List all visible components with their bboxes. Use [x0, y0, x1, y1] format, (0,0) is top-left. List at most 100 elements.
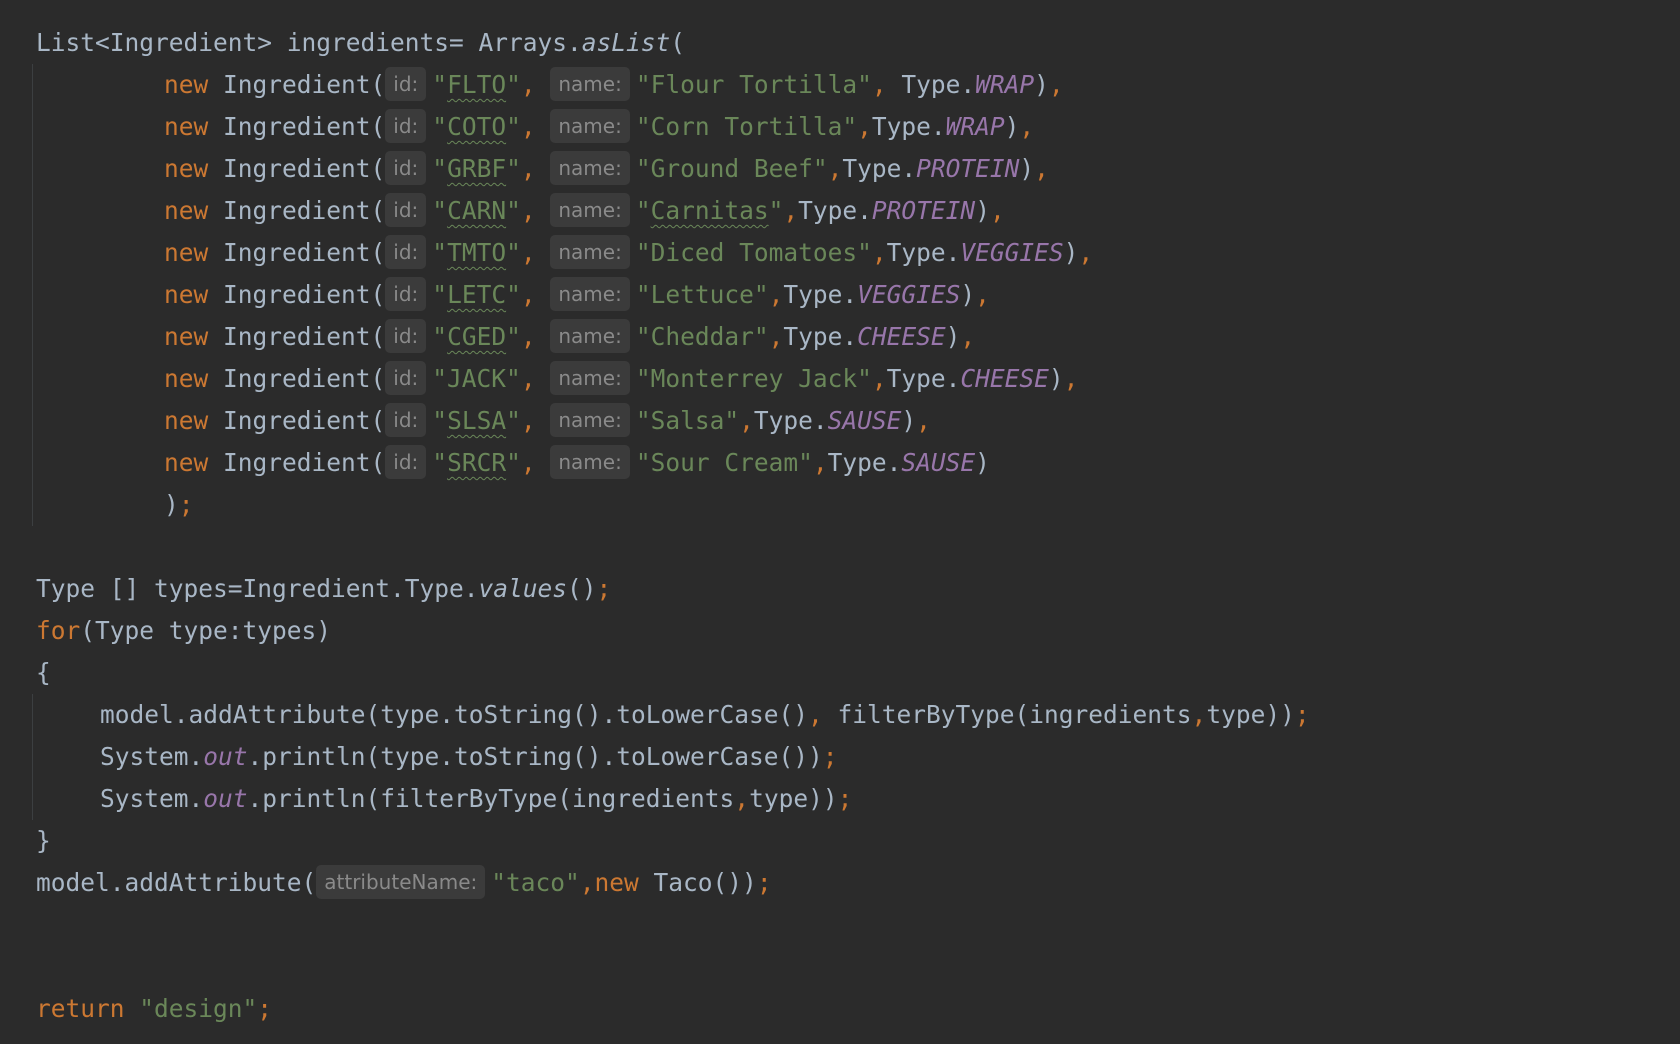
code-text: (: [670, 28, 686, 57]
class-name: Ingredient(: [223, 238, 386, 267]
code-line-ingredient[interactable]: new Ingredient(id: "TMTO", name: "Diced To…: [164, 232, 1093, 274]
code-line-ingredient[interactable]: new Ingredient(id: "CARN", name: "Carnitas…: [164, 190, 1005, 232]
parameter-hint-id: id:: [385, 445, 427, 479]
indent-guide: [32, 64, 33, 526]
parameter-hint-name: name:: [550, 109, 630, 143]
code-text: ): [164, 490, 179, 519]
keyword-new: new: [164, 406, 209, 435]
comma: ,: [520, 448, 536, 477]
code-text: .println(filterByType(ingredients: [247, 784, 735, 813]
class-name: Ingredient(: [223, 112, 386, 141]
ingredient-type-constant: PROTEIN: [916, 154, 1020, 183]
ingredient-type-constant: SAUSE: [901, 448, 976, 477]
code-line-close-list[interactable]: );: [164, 484, 194, 526]
closing-paren: ): [1063, 238, 1079, 267]
code-text: (Type type:types): [80, 616, 332, 645]
code-line-ingredient[interactable]: new Ingredient(id: "COTO", name: "Corn Tor…: [164, 106, 1034, 148]
type-prefix: Type.: [827, 448, 902, 477]
comma: ,: [579, 868, 595, 897]
code-text: model.addAttribute(type.toString().toLow…: [100, 700, 809, 729]
comma: ,: [1048, 70, 1064, 99]
closing-paren: ): [1019, 154, 1035, 183]
code-line-println-type[interactable]: System.out.println(type.toString().toLow…: [100, 736, 838, 778]
semicolon: ;: [596, 574, 612, 603]
ingredient-type-constant: CHEESE: [857, 322, 946, 351]
code-text: (): [567, 574, 597, 603]
ingredient-type-constant: CHEESE: [960, 364, 1049, 393]
semicolon: ;: [837, 784, 853, 813]
code-line-ingredient[interactable]: new Ingredient(id: "LETC", name: "Lettuce"…: [164, 274, 990, 316]
ingredient-id-string: "SLSA": [432, 406, 521, 435]
semicolon: ;: [178, 490, 194, 519]
class-name: Ingredient(: [223, 364, 386, 393]
code-line-list-declaration[interactable]: List<Ingredient> ingredients= Arrays.asL…: [36, 22, 685, 64]
code-line-taco-attribute[interactable]: model.addAttribute(attributeName: "taco",…: [36, 862, 772, 904]
static-field: out: [203, 742, 248, 771]
ingredient-type-constant: VEGGIES: [857, 280, 961, 309]
keyword-for: for: [36, 616, 81, 645]
code-text: type)): [749, 784, 838, 813]
brace: }: [36, 826, 51, 855]
spelling-squiggle: Carnitas: [650, 196, 769, 225]
indent-guide: [32, 694, 33, 820]
code-line-ingredient[interactable]: new Ingredient(id: "GRBF", name: "Ground B…: [164, 148, 1049, 190]
code-line-open-brace[interactable]: {: [36, 652, 51, 694]
code-line-ingredient[interactable]: new Ingredient(id: "JACK", name: "Monterre…: [164, 358, 1078, 400]
parameter-hint-id: id:: [385, 319, 427, 353]
code-line-close-brace[interactable]: }: [36, 820, 51, 862]
ingredient-name-string: "Carnitas": [635, 196, 784, 225]
ingredient-id-string: "CARN": [432, 196, 521, 225]
code-line-ingredient[interactable]: new Ingredient(id: "FLTO", name: "Flour To…: [164, 64, 1064, 106]
separator: ,: [768, 280, 784, 309]
comma: ,: [916, 406, 931, 435]
comma: ,: [520, 322, 536, 351]
code-editor[interactable]: List<Ingredient> ingredients= Arrays.asL…: [0, 0, 1680, 1044]
code-line-ingredient[interactable]: new Ingredient(id: "SRCR", name: "Sour Cre…: [164, 442, 990, 484]
ingredient-type-constant: VEGGIES: [960, 238, 1064, 267]
code-line-println-filter[interactable]: System.out.println(filterByType(ingredie…: [100, 778, 852, 820]
parameter-hint-name: name:: [550, 319, 630, 353]
code-line-return[interactable]: return "design";: [36, 988, 272, 1030]
comma: ,: [520, 154, 536, 183]
ingredient-id-string: "CGED": [432, 322, 521, 351]
parameter-hint-id: id:: [385, 277, 427, 311]
comma: ,: [1063, 364, 1079, 393]
code-line-ingredient[interactable]: new Ingredient(id: "SLSA", name: "Salsa",T…: [164, 400, 931, 442]
type-prefix: Type.: [753, 406, 828, 435]
parameter-hint-id: id:: [385, 67, 427, 101]
separator: ,: [871, 364, 887, 393]
comma: ,: [520, 406, 536, 435]
code-text: model.addAttribute(: [36, 868, 317, 897]
spelling-squiggle: SRCR: [447, 448, 507, 477]
parameter-hint-id: id:: [385, 193, 427, 227]
method-name: values: [478, 574, 568, 603]
method-name: asList: [581, 28, 671, 57]
code-line-add-attribute[interactable]: model.addAttribute(type.toString().toLow…: [100, 694, 1310, 736]
keyword-new: new: [164, 322, 209, 351]
ingredient-id-string: "LETC": [432, 280, 521, 309]
code-text: System.: [100, 784, 204, 813]
comma: ,: [520, 112, 536, 141]
class-name: Ingredient(: [223, 70, 386, 99]
string-literal: "design": [139, 994, 258, 1023]
ingredient-name-string: "Corn Tortilla": [635, 112, 858, 141]
parameter-hint-id: id:: [385, 235, 427, 269]
code-line-for[interactable]: for(Type type:types): [36, 610, 331, 652]
code-line-ingredient[interactable]: new Ingredient(id: "CGED", name: "Cheddar"…: [164, 316, 975, 358]
comma: ,: [1034, 154, 1049, 183]
class-name: Ingredient(: [223, 196, 386, 225]
comma: ,: [734, 784, 750, 813]
comma: ,: [1019, 112, 1035, 141]
separator: ,: [739, 406, 754, 435]
spelling-squiggle: LETC: [447, 280, 507, 309]
code-line-types[interactable]: Type [] types=Ingredient.Type.values();: [36, 568, 611, 610]
